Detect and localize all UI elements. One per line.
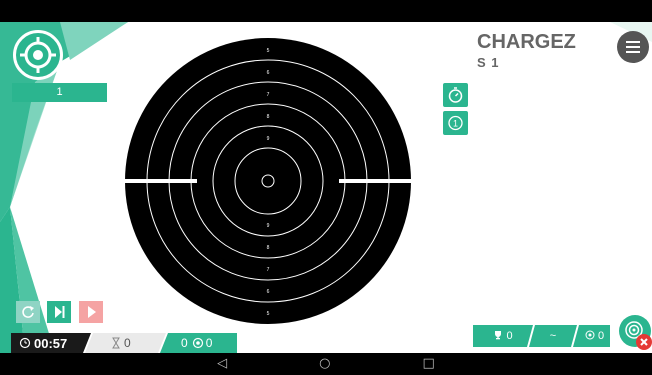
hourglass-counter: 0 xyxy=(111,333,131,353)
series-label: S 1 xyxy=(477,55,500,70)
timer-bar: 00:57 0 0 0 xyxy=(11,333,237,353)
trophy-count: 0 xyxy=(506,330,513,342)
clock-icon xyxy=(19,337,31,349)
ring-label-top-7: 7 xyxy=(267,92,270,98)
ring-label-bottom-5: 5 xyxy=(267,311,270,317)
trophy-icon xyxy=(495,331,502,340)
ring-label-top-6: 6 xyxy=(267,70,270,76)
score-bar: 0 ~ 0 xyxy=(473,325,610,347)
play-icon[interactable] xyxy=(79,301,103,323)
reticle-icon xyxy=(192,337,203,349)
tilde-label: ~ xyxy=(549,330,557,342)
skip-next-icon[interactable] xyxy=(47,301,71,323)
ring-label-top-8: 8 xyxy=(267,114,270,120)
shooting-target: 5 6 7 8 9 9 8 7 6 5 xyxy=(124,38,412,324)
refresh-icon[interactable] xyxy=(16,301,40,323)
ring-label-bottom-6: 6 xyxy=(267,289,270,295)
mode-title: CHARGEZ xyxy=(477,31,576,53)
android-nav-bar: ◁ ○ □ xyxy=(0,353,652,375)
hourglass-count: 0 xyxy=(124,336,131,350)
target-small-icon xyxy=(585,330,595,340)
home-button[interactable]: ○ xyxy=(319,353,330,375)
back-button[interactable]: ◁ xyxy=(217,353,227,375)
timer-display: 00:57 xyxy=(19,333,67,353)
trophy-counter: 0 xyxy=(483,325,523,347)
target-logo-icon[interactable] xyxy=(13,30,63,80)
target-bar-left xyxy=(124,179,197,183)
hamburger-menu-icon[interactable] xyxy=(617,31,649,63)
ring-label-top-9: 9 xyxy=(267,136,270,142)
stopwatch-icon[interactable] xyxy=(443,83,468,107)
number-one-icon[interactable]: 1 xyxy=(443,111,468,135)
close-icon[interactable] xyxy=(636,334,652,350)
ring-label-bottom-8: 8 xyxy=(267,245,270,251)
timer-text: 00:57 xyxy=(34,335,68,351)
recents-button[interactable]: □ xyxy=(423,353,435,375)
status-bar xyxy=(0,0,652,22)
reticle-counter: 0 0 xyxy=(181,333,212,353)
svg-text:1: 1 xyxy=(453,119,458,129)
ring-label-top-5: 5 xyxy=(267,48,270,54)
shot-number-tab[interactable]: 1 xyxy=(12,83,107,102)
ring-label-bottom-7: 7 xyxy=(267,267,270,273)
hourglass-icon xyxy=(112,337,120,349)
app-screen: 1 5 6 7 8 9 9 8 7 6 5 CHARGEZ S 1 1 00:5… xyxy=(0,22,652,353)
reticle-suffix: 0 xyxy=(205,336,213,350)
target-counter: 0 xyxy=(579,325,610,347)
target-bar-right xyxy=(339,179,412,183)
reticle-count: 0 xyxy=(181,336,188,350)
ring-label-bottom-9: 9 xyxy=(267,223,270,229)
target-count: 0 xyxy=(597,330,605,342)
